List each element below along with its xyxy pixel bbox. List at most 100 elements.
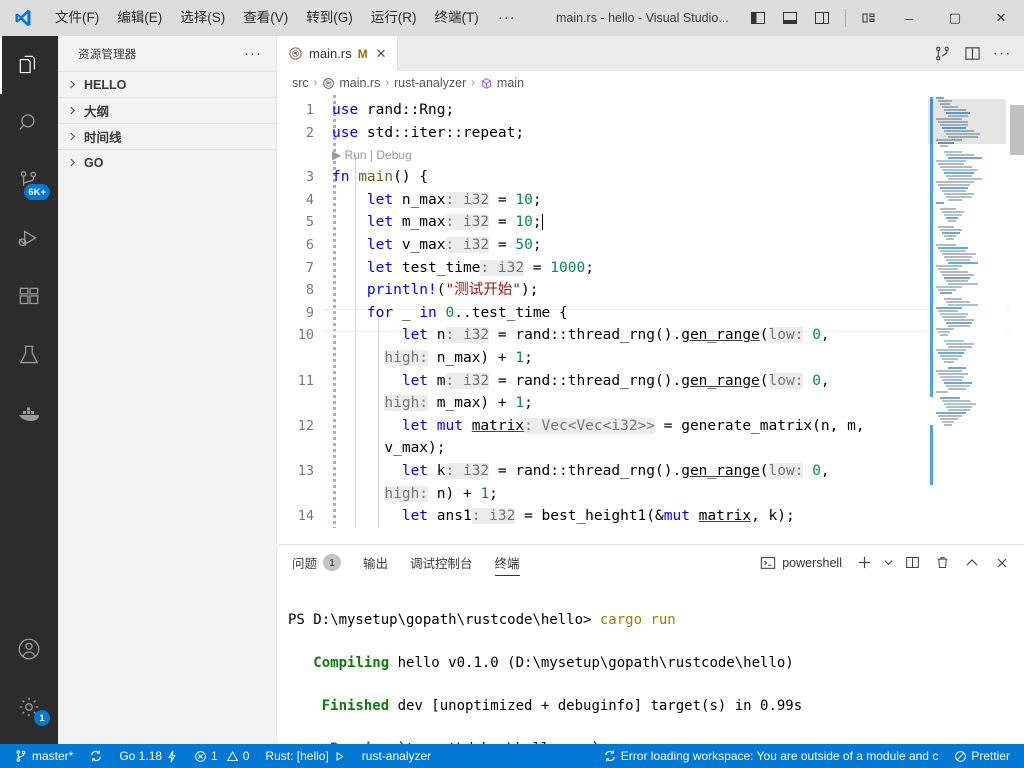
code-content: high: n) + 1; [384,485,498,502]
menu-view[interactable]: 查看(V) [234,0,297,36]
panel-tab-terminal[interactable]: 终端 [494,545,520,580]
breadcrumb-item-rust-analyzer[interactable]: rust-analyzer [394,76,466,90]
maximize-button[interactable]: ▢ [932,0,978,36]
breadcrumb-item-main-rs[interactable]: main.rs [322,76,380,90]
toggle-secondary-sidebar-icon[interactable] [807,3,837,33]
toggle-panel-icon[interactable] [775,3,805,33]
code-editor[interactable]: 1 use rand::Rng; 2 use std::iter::repeat… [278,95,1024,528]
code-content: let ans1: i32 = best_height1(&mut matrix… [401,508,795,525]
editor-tab-main-rs[interactable]: main.rs M ✕ [278,36,398,71]
status-workspace-error[interactable]: Error loading workspace: You are outside… [595,744,947,768]
sidebar-section-outline[interactable]: 大纲 [58,97,276,123]
kill-terminal-icon[interactable] [928,549,956,577]
terminal-command: cargo run [599,611,676,628]
line-number-blank [278,437,324,460]
warning-icon [226,750,239,763]
minimap[interactable] [928,95,1006,528]
terminal-indent [288,698,322,714]
code-content: let n_max: i32 = 10; [366,191,542,208]
menu-overflow-icon[interactable]: ··· [488,0,526,36]
activitybar-item-explorer[interactable] [0,36,58,94]
line-number: 6 [305,236,314,253]
status-rust-analyzer[interactable]: rust-analyzer [354,744,439,768]
split-terminal-icon[interactable] [898,549,926,577]
close-button[interactable]: ✕ [978,0,1024,36]
code-lens[interactable]: ▶ Run | Debug [324,144,412,166]
manage-badge: 1 [34,710,50,726]
open-changes-icon[interactable] [928,40,956,68]
activitybar-item-extensions[interactable] [0,268,58,326]
menu-go[interactable]: 转到(G) [297,0,362,36]
activitybar-item-testing[interactable] [0,326,58,384]
maximize-panel-icon[interactable] [958,549,986,577]
close-panel-icon[interactable] [988,549,1016,577]
breadcrumb-item-main[interactable]: main [480,76,524,90]
sidebar-section-timeline[interactable]: 时间线 [58,123,276,149]
code-content: let mut matrix: Vec<Vec<i32>> = generate… [401,417,865,434]
minimap-slider[interactable] [928,99,1006,144]
breadcrumb-item-src[interactable]: src [292,76,309,90]
minimap-gutter-marker [930,425,933,485]
menu-edit[interactable]: 编辑(E) [108,0,171,36]
code-content: let v_max: i32 = 50; [366,236,542,253]
prettier-icon [954,750,967,763]
activitybar-item-source-control[interactable]: 6K+ [0,152,58,210]
lightning-icon [166,750,178,763]
window-title: main.rs - hello - Visual Studio... [555,11,729,25]
status-go-version[interactable]: Go 1.18 [111,744,186,768]
activitybar-item-manage[interactable]: 1 [0,678,58,736]
codelens-sep: | [369,148,374,163]
terminal-text: dev [unoptimized + debuginfo] target(s) … [389,697,803,714]
menu-terminal[interactable]: 终端(T) [426,0,488,36]
sidebar-header: 资源管理器 ··· [58,36,276,71]
code-line: 1 use rand::Rng; [278,99,1024,122]
panel-tab-debug-console[interactable]: 调试控制台 [410,545,473,580]
minimize-button[interactable]: – [886,0,932,36]
minimap-content [928,95,1006,426]
terminal-shell-name[interactable]: powershell [782,556,842,570]
sidebar-section-go[interactable]: GO [58,149,276,175]
panel-tab-problems[interactable]: 问题 1 [292,545,342,580]
menu-selection[interactable]: 选择(S) [171,0,234,36]
status-branch[interactable]: master* [0,744,81,768]
activitybar-item-docker[interactable] [0,384,58,442]
activitybar-item-accounts[interactable] [0,620,58,678]
customize-layout-icon[interactable] [854,3,884,33]
terminal-dropdown-icon[interactable] [880,549,896,577]
new-terminal-icon[interactable] [850,549,878,577]
warning-count: 0 [242,749,250,763]
editor-vertical-scrollbar[interactable] [1010,95,1024,528]
error-count: 1 [211,749,218,763]
split-editor-right-icon[interactable] [958,40,986,68]
status-problems[interactable]: 1 0 [186,744,257,768]
status-rust-target[interactable]: Rust: [hello] [257,744,353,768]
scrollbar-thumb[interactable] [1010,105,1024,155]
code-line: 8 println!("测试开始"); [278,279,1024,302]
status-sync[interactable] [81,744,111,768]
sidebar-title: 资源管理器 [78,48,137,61]
sidebar-section-hello[interactable]: HELLO [58,71,276,97]
codelens-debug[interactable]: Debug [376,148,411,162]
editor-tab-close-icon[interactable]: ✕ [376,46,387,62]
code-line: 2 use std::iter::repeat; [278,122,1024,145]
menu-file[interactable]: 文件(F) [46,0,108,36]
status-prettier[interactable]: Prettier [946,744,1024,768]
text-cursor [541,214,543,231]
rust-file-icon [322,77,335,90]
activitybar-item-run-and-debug[interactable] [0,210,58,268]
terminal-output[interactable]: PS D:\mysetup\gopath\rustcode\hello> car… [278,580,1024,768]
activitybar-item-search[interactable] [0,94,58,152]
panel-tab-output[interactable]: 输出 [363,545,388,580]
code-content: use rand::Rng; [332,102,455,118]
terminal-status-finished: Finished [321,697,390,714]
sidebar-more-actions-icon[interactable]: ··· [244,45,262,62]
editor-more-actions-icon[interactable]: ··· [988,40,1016,68]
sidebar-section-label: HELLO [84,77,127,92]
toggle-primary-sidebar-icon[interactable] [743,3,773,33]
terminal-prompt: PS D:\mysetup\gopath\rustcode\hello> [288,611,600,628]
sidebar-section-label: GO [84,155,104,170]
menu-run[interactable]: 运行(R) [362,0,426,36]
editor-tab-bar: main.rs M ✕ ··· [278,36,1024,71]
sidebar-section-label: 时间线 [84,131,122,145]
codelens-run[interactable]: Run [345,148,367,162]
